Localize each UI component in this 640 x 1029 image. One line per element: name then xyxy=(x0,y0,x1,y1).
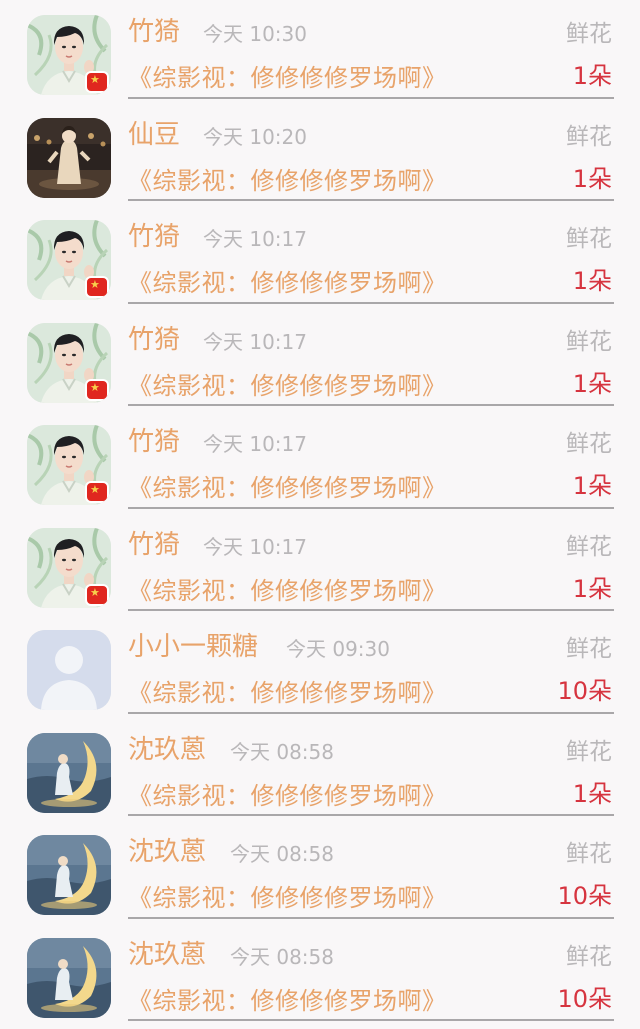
avatar[interactable] xyxy=(27,117,111,198)
timestamp: 今天 10:17 xyxy=(203,329,307,354)
gift-count: 1朵 xyxy=(572,369,612,398)
flag-badge-icon xyxy=(85,378,109,401)
avatar-image xyxy=(27,835,111,915)
avatar[interactable] xyxy=(27,835,111,915)
avatar[interactable] xyxy=(27,630,111,710)
gift-type: 鲜花 xyxy=(566,226,612,252)
gift-record-row[interactable]: 竹猗 今天 10:17 鲜花 《综影视：修修修修罗场啊》 1朵 xyxy=(0,308,640,411)
gift-record-row[interactable]: 仙豆 今天 10:20 鲜花 《综影视：修修修修罗场啊》 1朵 xyxy=(0,103,640,206)
gift-count: 1朵 xyxy=(572,164,612,193)
gift-record-row[interactable]: 小小一颗糖 今天 09:30 鲜花 《综影视：修修修修罗场啊》 10朵 xyxy=(0,615,640,718)
work-title[interactable]: 《综影视：修修修修罗场啊》 xyxy=(128,60,447,96)
sender-name[interactable]: 竹猗 xyxy=(128,527,180,563)
gift-count: 1朵 xyxy=(572,574,612,603)
work-title[interactable]: 《综影视：修修修修罗场啊》 xyxy=(128,880,447,916)
sender-name[interactable]: 仙豆 xyxy=(128,117,180,153)
row-divider xyxy=(128,711,614,714)
gift-count: 10朵 xyxy=(557,984,612,1013)
row-divider xyxy=(128,814,614,816)
avatar-image xyxy=(27,630,111,710)
gift-count: 1朵 xyxy=(572,62,612,90)
avatar[interactable] xyxy=(27,220,111,300)
timestamp: 今天 10:30 xyxy=(203,22,307,46)
gift-count: 1朵 xyxy=(572,779,612,808)
avatar[interactable] xyxy=(27,15,111,95)
avatar[interactable] xyxy=(27,527,111,608)
sender-name[interactable]: 竹猗 xyxy=(128,14,180,50)
flag-badge-icon xyxy=(85,276,109,298)
avatar[interactable] xyxy=(27,937,111,1018)
gift-count: 1朵 xyxy=(572,267,612,295)
sender-name[interactable]: 沈玖蒽 xyxy=(128,937,206,973)
avatar[interactable] xyxy=(27,322,111,403)
gift-record-row[interactable]: 竹猗 今天 10:30 鲜花 《综影视：修修修修罗场啊》 1朵 xyxy=(0,0,640,103)
gift-type: 鲜花 xyxy=(566,636,612,662)
timestamp: 今天 10:17 xyxy=(203,432,307,456)
avatar[interactable] xyxy=(27,425,111,505)
flag-badge-icon xyxy=(85,481,109,503)
gift-type: 鲜花 xyxy=(566,841,612,867)
gift-count: 10朵 xyxy=(557,882,612,910)
sender-name[interactable]: 竹猗 xyxy=(128,424,180,460)
sender-name[interactable]: 竹猗 xyxy=(128,322,180,358)
gift-type: 鲜花 xyxy=(566,738,612,765)
row-divider xyxy=(128,609,614,611)
gift-record-row[interactable]: 沈玖蒽 今天 08:58 鲜花 《综影视：修修修修罗场啊》 10朵 xyxy=(0,820,640,923)
work-title[interactable]: 《综影视：修修修修罗场啊》 xyxy=(128,675,447,711)
work-title[interactable]: 《综影视：修修修修罗场啊》 xyxy=(128,778,447,814)
gift-record-row[interactable]: 竹猗 今天 10:17 鲜花 《综影视：修修修修罗场啊》 1朵 xyxy=(0,205,640,308)
gift-type: 鲜花 xyxy=(566,943,612,970)
row-divider xyxy=(128,1019,614,1021)
row-divider xyxy=(128,404,614,406)
avatar[interactable] xyxy=(27,732,111,813)
gift-type: 鲜花 xyxy=(566,431,612,457)
timestamp: 今天 10:17 xyxy=(203,534,307,559)
flag-badge-icon xyxy=(85,583,109,606)
work-title[interactable]: 《综影视：修修修修罗场啊》 xyxy=(128,368,447,404)
gift-record-row[interactable]: 沈玖蒽 今天 08:58 鲜花 《综影视：修修修修罗场啊》 10朵 xyxy=(0,923,640,1026)
work-title[interactable]: 《综影视：修修修修罗场啊》 xyxy=(128,470,447,506)
gift-record-row[interactable]: 竹猗 今天 10:17 鲜花 《综影视：修修修修罗场啊》 1朵 xyxy=(0,410,640,513)
gift-count: 1朵 xyxy=(572,472,612,500)
avatar-image xyxy=(27,732,111,813)
gift-record-list: 竹猗 今天 10:30 鲜花 《综影视：修修修修罗场啊》 1朵 仙豆 今天 10… xyxy=(0,0,640,1029)
timestamp: 今天 09:30 xyxy=(286,637,390,661)
row-divider xyxy=(128,916,614,919)
avatar-image xyxy=(27,937,111,1018)
gift-record-row[interactable]: 竹猗 今天 10:17 鲜花 《综影视：修修修修罗场啊》 1朵 xyxy=(0,513,640,616)
gift-count: 10朵 xyxy=(557,677,612,705)
gift-type: 鲜花 xyxy=(566,328,612,355)
row-divider xyxy=(128,506,614,509)
gift-type: 鲜花 xyxy=(566,533,612,560)
row-divider xyxy=(128,199,614,201)
work-title[interactable]: 《综影视：修修修修罗场啊》 xyxy=(128,573,447,609)
sender-name[interactable]: 沈玖蒽 xyxy=(128,834,206,870)
timestamp: 今天 08:58 xyxy=(230,739,334,764)
timestamp: 今天 10:20 xyxy=(203,124,307,149)
work-title[interactable]: 《综影视：修修修修罗场啊》 xyxy=(128,163,447,199)
row-divider xyxy=(128,301,614,304)
gift-type: 鲜花 xyxy=(566,123,612,150)
timestamp: 今天 10:17 xyxy=(203,227,307,251)
work-title[interactable]: 《综影视：修修修修罗场啊》 xyxy=(128,265,447,301)
timestamp: 今天 08:58 xyxy=(230,842,334,866)
row-divider xyxy=(128,96,614,99)
flag-badge-icon xyxy=(85,71,109,93)
gift-record-row[interactable]: 沈玖蒽 今天 08:58 鲜花 《综影视：修修修修罗场啊》 1朵 xyxy=(0,718,640,821)
sender-name[interactable]: 竹猗 xyxy=(128,219,180,255)
sender-name[interactable]: 沈玖蒽 xyxy=(128,732,206,768)
gift-type: 鲜花 xyxy=(566,21,612,47)
work-title[interactable]: 《综影视：修修修修罗场啊》 xyxy=(128,983,447,1019)
avatar-image xyxy=(27,117,111,198)
sender-name[interactable]: 小小一颗糖 xyxy=(128,629,258,665)
timestamp: 今天 08:58 xyxy=(230,944,334,969)
